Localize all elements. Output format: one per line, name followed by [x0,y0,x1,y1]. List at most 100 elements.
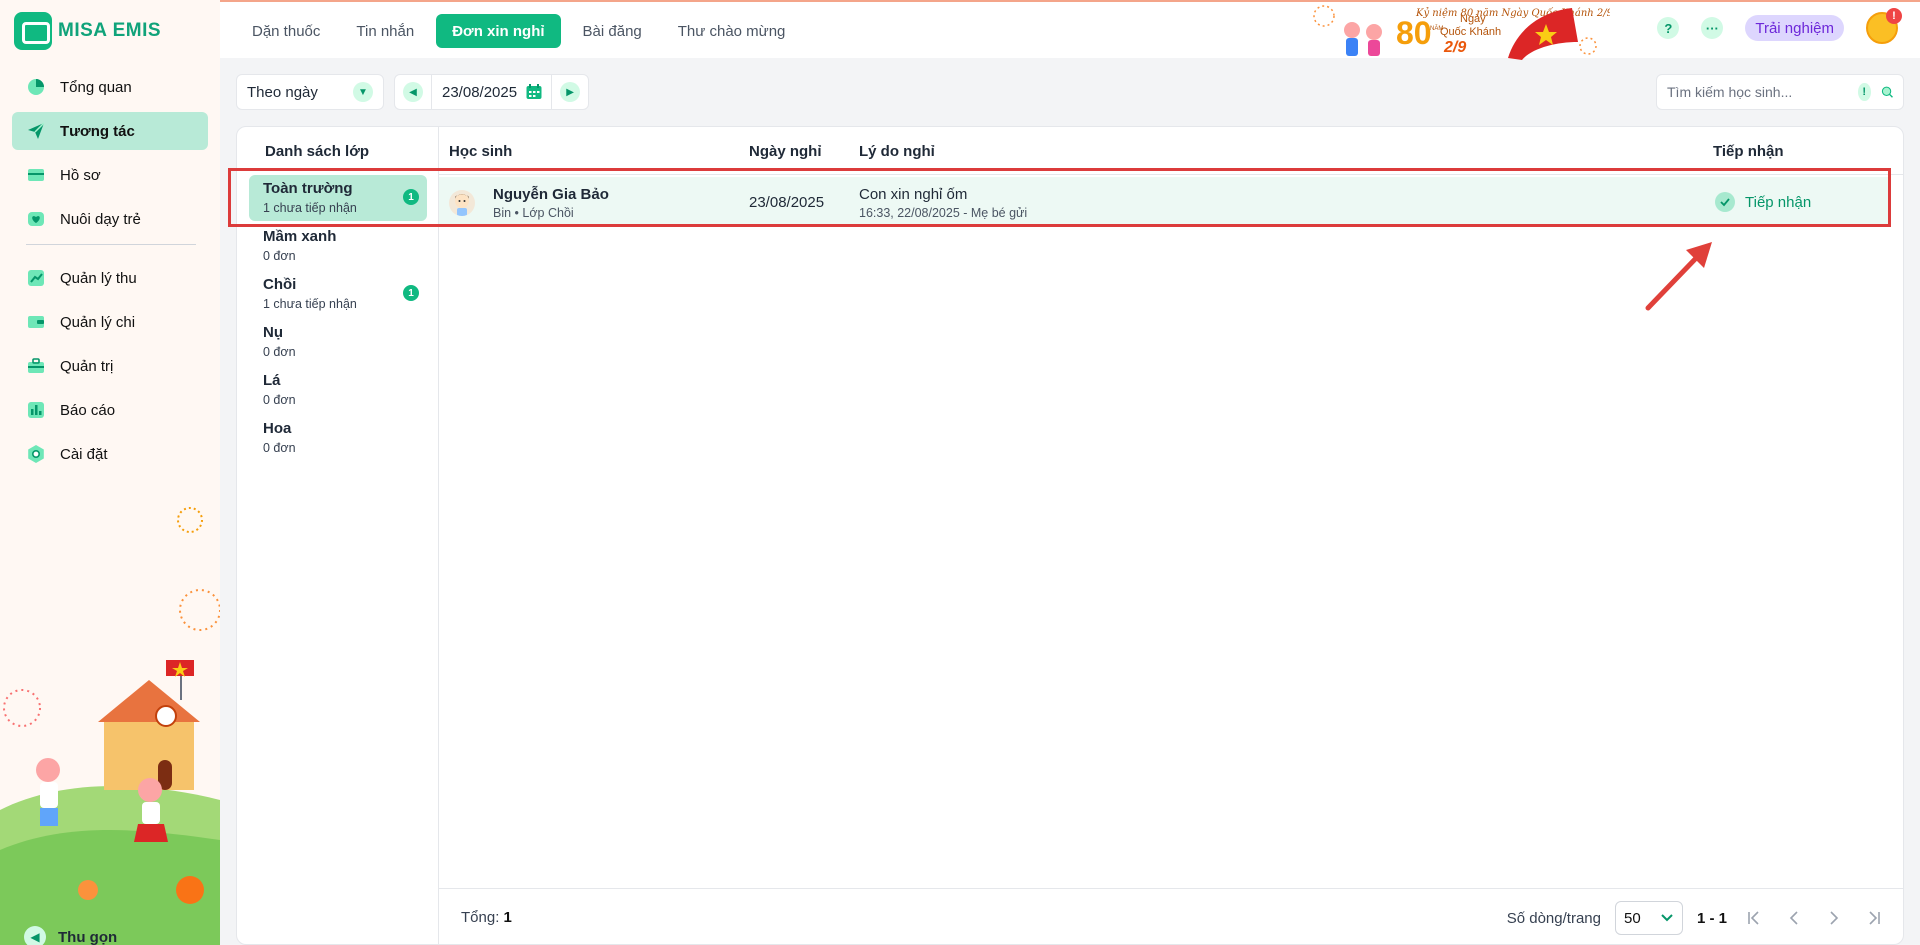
search-icon[interactable] [1881,83,1894,101]
sidebar-item-bao-cao[interactable]: Báo cáo [12,391,208,429]
more-icon[interactable]: ··· [1701,17,1724,39]
top-actions: ? ··· Trải nghiệm ! [1657,8,1902,44]
prev-page-button[interactable] [1781,905,1807,931]
chevron-down-icon: ▼ [353,82,373,102]
tab-tin-nhan[interactable]: Tin nhắn [342,14,428,48]
table-row[interactable]: Nguyễn Gia Bảo Bin • Lớp Chồi 23/08/2025… [439,177,1889,227]
class-item-choi[interactable]: Chồi 1 chưa tiếp nhận 1 [249,271,427,317]
class-item-mam-xanh[interactable]: Mầm xanh 0 đơn [249,223,427,269]
chevron-right-icon: ▶ [560,82,581,102]
collapse-sidebar[interactable]: ◀ Thu gọn [24,926,117,945]
class-item-la[interactable]: Lá 0 đơn [249,367,427,413]
wallet-icon [26,312,46,332]
tab-dan-thuoc[interactable]: Dặn thuốc [238,14,334,48]
trial-button[interactable]: Trải nghiệm [1745,15,1844,41]
tab-don-xin-nghi[interactable]: Đơn xin nghỉ [436,14,561,48]
class-item-toan-truong[interactable]: Toàn trường 1 chưa tiếp nhận 1 [249,175,427,221]
briefcase-icon [26,356,46,376]
collapse-label: Thu gọn [58,928,118,945]
sidebar-item-tong-quan[interactable]: Tổng quan [12,68,208,106]
class-name: Toàn trường [263,180,353,197]
pagination: Số dòng/trang 50 1 - 1 [1507,901,1887,935]
logo-text: MISA EMIS [58,20,162,41]
class-list: Danh sách lớp Toàn trường 1 chưa tiếp nh… [237,127,439,944]
bar-chart-icon [26,400,46,420]
app-logo[interactable]: MISA EMIS [14,12,161,50]
help-icon[interactable]: ? [1657,17,1680,39]
column-header-student: Học sinh [449,143,513,160]
banner-kyniem: Kỷ niệm 80 năm Ngày Quốc Khánh 2/9 [1415,8,1610,19]
chevron-down-icon [1661,914,1673,922]
chevron-right-icon [1830,911,1839,925]
table-header: Học sinh Ngày nghỉ Lý do nghỉ Tiếp nhận [439,127,1903,175]
sidebar-item-tuong-tac[interactable]: Tương tác [12,112,208,150]
sidebar-item-nuoi-day-tre[interactable]: Nuôi dạy trẻ [12,200,208,238]
column-header-accept: Tiếp nhận [1713,143,1784,160]
rows-per-page-value: 50 [1623,909,1641,927]
sidebar-item-label: Quản lý thu [60,269,137,287]
next-page-button[interactable] [1821,905,1847,931]
view-mode-value: Theo ngày [247,83,318,101]
leave-date: 23/08/2025 [749,194,825,211]
class-name: Hoa [263,420,292,437]
accept-button[interactable]: Tiếp nhận [1715,192,1811,212]
national-day-banner: Kỷ niệm 80 năm Ngày Quốc Khánh 2/9 80 NĂ… [1313,5,1610,60]
sidebar-item-label: Báo cáo [60,401,116,419]
pending-count-badge: 1 [403,189,419,205]
rows-per-page-select[interactable]: 50 [1614,901,1683,935]
banner-line2: Quốc Khánh [1440,26,1501,38]
student-name[interactable]: Nguyễn Gia Bảo [493,186,609,203]
sidebar-item-label: Cài đặt [60,445,108,463]
pending-count-badge: 1 [403,285,419,301]
sidebar-illustration [0,507,220,945]
sidebar-item-quan-tri[interactable]: Quản trị [12,347,208,385]
student-class: Bin • Lớp Chồi [493,206,574,220]
view-mode-select[interactable]: Theo ngày ▼ [236,74,384,110]
chevron-left-icon: ◀ [403,82,423,102]
class-name: Lá [263,372,281,389]
banner-date: 2/9 [1443,39,1466,56]
notification-badge: ! [1886,8,1902,24]
total-value: 1 [503,909,512,926]
date-value: 23/08/2025 [442,83,518,101]
tab-bai-dang[interactable]: Bài đăng [569,14,656,48]
column-header-date: Ngày nghỉ [749,143,822,160]
check-icon [1715,192,1735,212]
sidebar-item-cai-dat[interactable]: Cài đặt [12,435,208,473]
class-status: 0 đơn [263,441,296,455]
class-item-nu[interactable]: Nụ 0 đơn [249,319,427,365]
logo-mark-icon [14,12,52,50]
class-name: Nụ [263,324,283,341]
class-status: 0 đơn [263,249,296,263]
last-page-button[interactable] [1861,905,1887,931]
first-page-button[interactable] [1741,905,1767,931]
search-input[interactable] [1667,84,1848,100]
next-date-button[interactable]: ▶ [552,75,588,109]
rows-per-page-label: Số dòng/trang [1506,909,1601,927]
accept-label: Tiếp nhận [1745,193,1812,211]
banner-line1: Ngày [1460,13,1486,25]
pie-chart-icon [26,77,46,97]
date-picker: ◀ 23/08/2025 ▶ [394,74,590,110]
paper-plane-icon [26,121,46,141]
sidebar-item-ho-so[interactable]: Hồ sơ [12,156,208,194]
sidebar-item-label: Nuôi dạy trẻ [60,210,141,228]
prev-date-button[interactable]: ◀ [395,75,431,109]
user-avatar[interactable]: ! [1866,8,1902,44]
table-footer: Tổng: 1 Số dòng/trang 50 1 - 1 [439,888,1903,944]
tab-thu-chao-mung[interactable]: Thư chào mừng [664,14,800,48]
info-icon[interactable]: ! [1858,83,1871,101]
heart-icon [26,209,46,229]
top-bar: Dặn thuốc Tin nhắn Đơn xin nghỉ Bài đăng… [220,0,1920,60]
sidebar-item-label: Quản lý chi [60,313,136,331]
sidebar-item-label: Tổng quan [60,78,132,96]
class-item-hoa[interactable]: Hoa 0 đơn [249,415,427,461]
sidebar-item-quan-ly-chi[interactable]: Quản lý chi [12,303,208,341]
page-range: 1 - 1 [1696,909,1727,927]
class-items: Toàn trường 1 chưa tiếp nhận 1 Mầm xanh … [249,175,427,463]
chevron-left-icon [1789,911,1798,925]
date-field[interactable]: 23/08/2025 [431,75,553,109]
leave-reason: Con xin nghỉ ốm [859,186,968,203]
sidebar-item-quan-ly-thu[interactable]: Quản lý thu [12,259,208,297]
class-name: Chồi [263,276,297,293]
